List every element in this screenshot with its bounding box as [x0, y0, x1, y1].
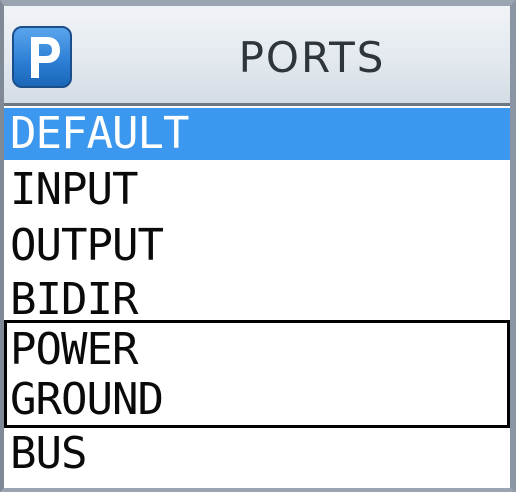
list-item-bus[interactable]: BUS: [4, 428, 510, 480]
panel-title: PORTS: [238, 33, 386, 82]
list-item-default[interactable]: DEFAULT: [4, 108, 510, 160]
ports-list[interactable]: DEFAULT INPUT OUTPUT BIDIR POWER GROUND …: [4, 106, 510, 488]
list-item-output[interactable]: OUTPUT: [4, 220, 510, 272]
list-item-ground[interactable]: GROUND: [4, 376, 510, 428]
p-letter-icon: [31, 37, 60, 78]
list-item-bidir[interactable]: BIDIR: [4, 274, 510, 326]
ports-header: PORTS: [4, 6, 510, 106]
ports-p-icon: [12, 26, 72, 88]
ports-panel: PORTS DEFAULT INPUT OUTPUT BIDIR POWER G…: [0, 0, 516, 492]
list-item-power[interactable]: POWER: [4, 320, 510, 376]
list-item-input[interactable]: INPUT: [4, 164, 510, 216]
